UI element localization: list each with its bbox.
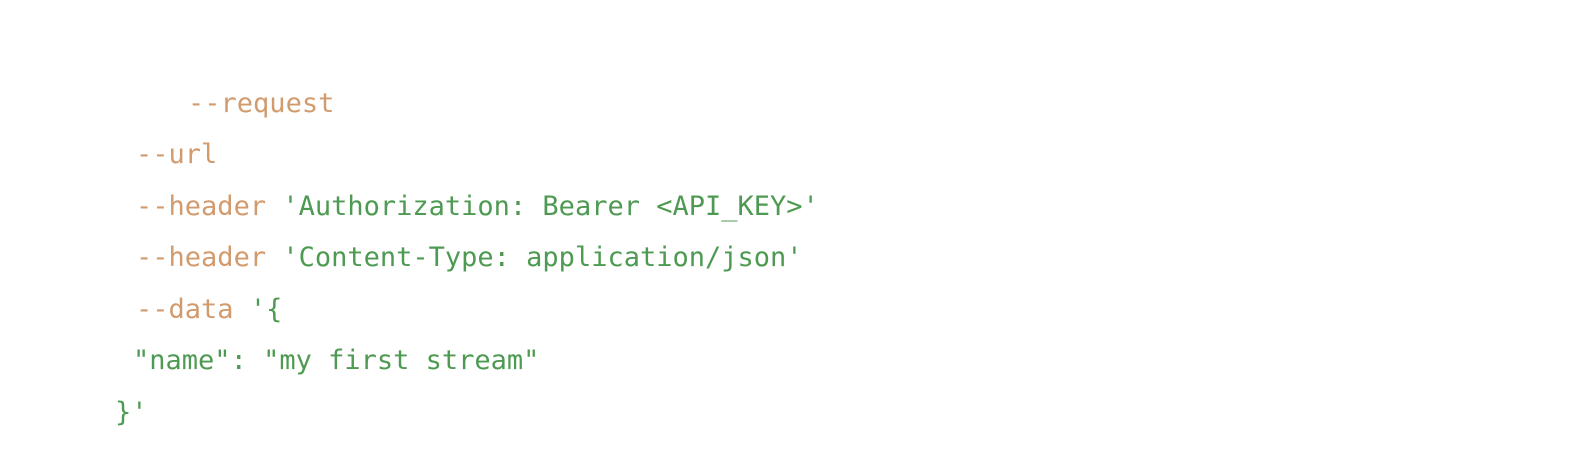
code-line-name: "name": "my first stream" — [68, 307, 539, 376]
code-line-close: }' — [50, 359, 148, 428]
code-line-request: --request — [123, 50, 334, 119]
code-line-header-content-type: --header 'Content-Type: application/json… — [71, 204, 802, 273]
data-close: }' — [115, 397, 148, 428]
header-content-type-value: 'Content-Type: application/json' — [282, 242, 803, 273]
code-line-header-auth: --header 'Authorization: Bearer <API_KEY… — [71, 153, 819, 222]
json-name-pair: "name": "my first stream" — [133, 345, 540, 376]
code-line-url: --url — [71, 101, 217, 170]
code-block: --request --url --header 'Authorization:… — [0, 0, 1582, 452]
code-line-data: --data '{ — [71, 256, 282, 325]
